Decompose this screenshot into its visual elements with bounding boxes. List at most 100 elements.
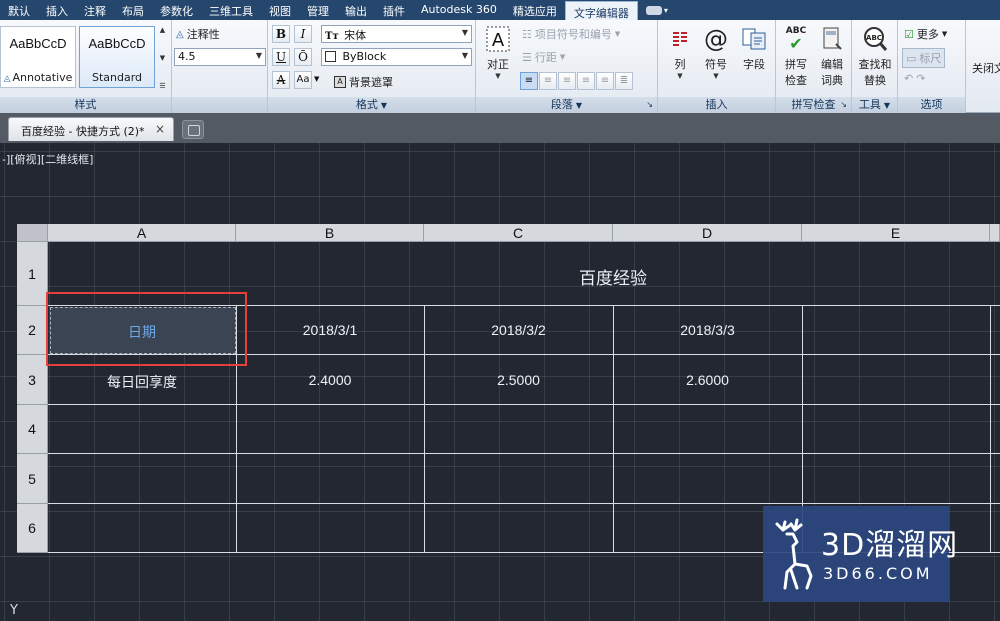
field-button[interactable]: 字段 bbox=[736, 24, 772, 72]
row-header-6[interactable]: 6 bbox=[17, 504, 48, 553]
tools-panel: ABC 查找和 替换 工具 ▼ bbox=[852, 20, 898, 113]
dialog-launcher-icon[interactable]: ↘ bbox=[646, 97, 653, 113]
find-replace-label-1: 查找和 bbox=[858, 58, 892, 71]
background-mask-button[interactable]: A 背景遮罩 bbox=[334, 74, 393, 90]
color-combo[interactable]: ByBlock ▼ bbox=[321, 48, 472, 66]
cell-b3[interactable]: 2.4000 bbox=[236, 372, 424, 388]
ruler-button[interactable]: ▭ 标尺 bbox=[902, 48, 946, 68]
gallery-expand-icon[interactable]: ☰ bbox=[157, 82, 168, 90]
annotative-toggle[interactable]: ◬ 注释性 bbox=[176, 26, 220, 42]
cell-b2[interactable]: 2018/3/1 bbox=[236, 322, 424, 338]
align-justify-icon[interactable]: ≡ bbox=[577, 72, 595, 90]
new-tab-button[interactable] bbox=[182, 120, 204, 139]
table-corner-header[interactable] bbox=[17, 224, 48, 242]
paragraph-icon[interactable]: ≣ bbox=[615, 72, 633, 90]
column-header-e[interactable]: E bbox=[802, 224, 990, 242]
tab-insert[interactable]: 插入 bbox=[38, 0, 76, 20]
grid-line bbox=[990, 306, 991, 553]
chevron-down-icon: ▼ bbox=[559, 53, 566, 61]
redo-icon[interactable]: ↷ bbox=[916, 72, 925, 85]
justify-button[interactable]: A 对正 ▼ bbox=[480, 24, 516, 80]
document-tab-label: 百度经验 - 快捷方式 (2)* bbox=[21, 125, 145, 138]
align-left-icon[interactable]: ≡ bbox=[520, 72, 538, 90]
ruler-icon: ▭ bbox=[906, 51, 917, 65]
column-header-b[interactable]: B bbox=[236, 224, 424, 242]
paragraph-panel-title: 段落 ▼ ↘ bbox=[476, 97, 657, 113]
italic-button[interactable]: I bbox=[294, 25, 312, 43]
document-tab-bar: 百度经验 - 快捷方式 (2)* × bbox=[0, 113, 1000, 143]
change-case-button[interactable]: Aa bbox=[294, 71, 312, 89]
dialog-launcher-icon[interactable]: ↘ bbox=[840, 97, 847, 113]
cell-c2[interactable]: 2018/3/2 bbox=[424, 322, 613, 338]
cell-d3[interactable]: 2.6000 bbox=[613, 372, 802, 388]
chevron-down-icon[interactable]: ▼ bbox=[157, 54, 168, 62]
row-header-1[interactable]: 1 bbox=[17, 242, 48, 306]
chevron-down-icon: ▼ bbox=[461, 51, 468, 60]
table-title[interactable]: 百度经验 bbox=[48, 264, 1000, 289]
drawing-canvas[interactable]: -][俯视][二维线框] A B C D E 1 2 3 4 5 6 百度经验 … bbox=[0, 143, 1000, 621]
column-header-overflow[interactable] bbox=[990, 224, 1000, 242]
align-right-icon[interactable]: ≡ bbox=[558, 72, 576, 90]
cell-c3[interactable]: 2.5000 bbox=[424, 372, 613, 388]
find-replace-button[interactable]: ABC 查找和 替换 bbox=[854, 24, 896, 88]
tab-default[interactable]: 默认 bbox=[0, 0, 38, 20]
strikethrough-button[interactable]: A bbox=[272, 71, 290, 89]
chevron-down-icon: ▼ bbox=[461, 28, 468, 37]
row-header-5[interactable]: 5 bbox=[17, 454, 48, 504]
undo-icon[interactable]: ↶ bbox=[904, 72, 913, 85]
underline-button[interactable]: U bbox=[272, 48, 290, 66]
edit-dictionary-button[interactable]: 编辑 词典 bbox=[814, 24, 850, 88]
bullets-numbering-button[interactable]: ☷ 项目符号和编号 ▼ bbox=[522, 26, 620, 42]
style-swatch-standard[interactable]: AaBbCcD Standard bbox=[79, 26, 155, 88]
tab-output[interactable]: 输出 bbox=[337, 0, 375, 20]
font-combo[interactable]: Tт 宋体 ▼ bbox=[321, 25, 472, 43]
background-mask-label: 背景遮罩 bbox=[349, 76, 393, 89]
tab-3d-tools[interactable]: 三维工具 bbox=[201, 0, 261, 20]
bullet-list-icon: ☷ bbox=[522, 27, 532, 41]
spell-check-panel: ABC ✔ 拼写 检查 编辑 词典 拼写检查 ↘ bbox=[776, 20, 852, 113]
line-spacing-button[interactable]: ☰ 行距 ▼ bbox=[522, 49, 565, 65]
document-tab[interactable]: 百度经验 - 快捷方式 (2)* × bbox=[8, 117, 174, 141]
annotative-icon: ◬ bbox=[176, 28, 184, 40]
viewport-controls[interactable]: -][俯视][二维线框] bbox=[2, 151, 93, 167]
annotative-label: 注释性 bbox=[186, 28, 220, 41]
column-header-d[interactable]: D bbox=[613, 224, 802, 242]
align-center-icon[interactable]: ≡ bbox=[539, 72, 557, 90]
tab-autodesk-360[interactable]: Autodesk 360 bbox=[413, 0, 505, 20]
ribbon-minimize-toggle[interactable]: ▾ bbox=[638, 0, 676, 20]
tab-plugins[interactable]: 插件 bbox=[375, 0, 413, 20]
tab-manage[interactable]: 管理 bbox=[299, 0, 337, 20]
more-button[interactable]: ☑ 更多 ▼ bbox=[904, 26, 947, 42]
style-swatch-annotative[interactable]: AaBbCcD ◬ Annotative bbox=[0, 26, 76, 88]
spell-check-button[interactable]: ABC ✔ 拼写 检查 bbox=[778, 24, 814, 88]
symbol-button[interactable]: @ 符号 ▼ bbox=[698, 24, 734, 80]
align-distribute-icon[interactable]: ≡ bbox=[596, 72, 614, 90]
tab-text-editor[interactable]: 文字编辑器 bbox=[564, 1, 638, 20]
column-header-c[interactable]: C bbox=[424, 224, 613, 242]
chevron-down-icon[interactable]: ▼ bbox=[314, 75, 319, 83]
row-header-3[interactable]: 3 bbox=[17, 355, 48, 405]
tab-annotate[interactable]: 注释 bbox=[76, 0, 114, 20]
tab-layout[interactable]: 布局 bbox=[114, 0, 152, 20]
chevron-down-icon: ▾ bbox=[663, 5, 668, 15]
row-header-2[interactable]: 2 bbox=[17, 306, 48, 355]
overline-button[interactable]: Ō bbox=[294, 48, 312, 66]
close-icon[interactable]: × bbox=[155, 122, 165, 136]
close-text-editor-button[interactable]: 关闭文 bbox=[972, 60, 1000, 76]
style-gallery-scroll[interactable]: ▲ ▼ ☰ bbox=[157, 26, 168, 90]
tab-featured-apps[interactable]: 精选应用 bbox=[505, 0, 565, 20]
bold-button[interactable]: B bbox=[272, 25, 290, 43]
chevron-up-icon[interactable]: ▲ bbox=[157, 26, 168, 34]
row-header-4[interactable]: 4 bbox=[17, 405, 48, 454]
chevron-down-icon[interactable]: ▼ bbox=[576, 101, 582, 110]
chevron-down-icon[interactable]: ▼ bbox=[884, 101, 890, 110]
columns-button[interactable]: 列 ▼ bbox=[662, 24, 698, 80]
column-header-a[interactable]: A bbox=[48, 224, 236, 242]
chevron-down-icon[interactable]: ▼ bbox=[381, 101, 387, 110]
grid-line bbox=[424, 306, 425, 553]
tab-parametric[interactable]: 参数化 bbox=[152, 0, 201, 20]
tab-view[interactable]: 视图 bbox=[261, 0, 299, 20]
cell-a3[interactable]: 每日回享度 bbox=[48, 372, 236, 392]
text-height-combo[interactable]: 4.5 ▼ bbox=[174, 48, 266, 66]
cell-d2[interactable]: 2018/3/3 bbox=[613, 322, 802, 338]
